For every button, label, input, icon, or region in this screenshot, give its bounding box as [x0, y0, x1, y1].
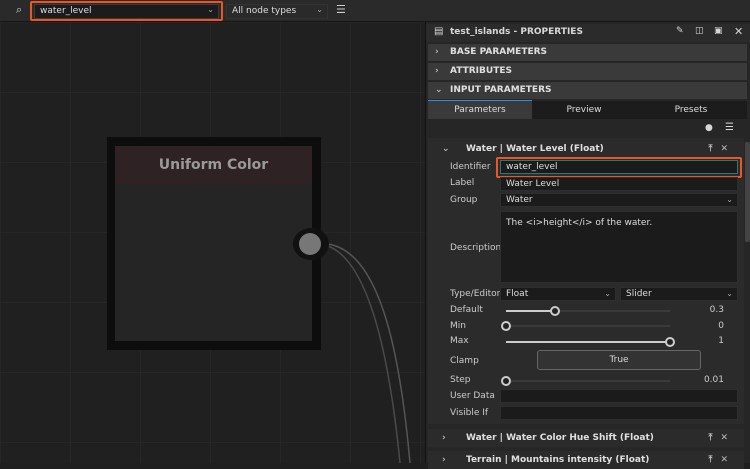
- add-icon[interactable]: ●: [705, 123, 713, 133]
- node-type-select[interactable]: All node types ⌄: [226, 4, 328, 19]
- default-slider[interactable]: [506, 306, 670, 316]
- chevron-down-icon: ⌄: [316, 5, 323, 14]
- chevron-down-icon: ⌄: [604, 289, 611, 298]
- param-header-hue-shift[interactable]: › Water | Water Color Hue Shift (Float) ⤒✕: [428, 429, 744, 447]
- section-label: INPUT PARAMETERS: [450, 85, 552, 95]
- max-label: Max: [450, 336, 469, 346]
- chevron-down-icon: ⌄: [726, 195, 733, 204]
- maximize-icon[interactable]: ▣: [714, 26, 723, 36]
- step-slider[interactable]: [501, 376, 670, 386]
- close-icon[interactable]: ✕: [734, 25, 743, 38]
- min-label: Min: [450, 321, 466, 331]
- search-icon: ⌕: [16, 3, 23, 16]
- visible-if-label: Visible If: [450, 408, 489, 418]
- properties-panel: ▤ test_islands - PROPERTIES ✎ ◫ ▣ ✕ › BAS…: [425, 22, 750, 469]
- node-type-value: All node types: [232, 6, 297, 16]
- search-combo[interactable]: water_level ⌄: [34, 4, 219, 19]
- identifier-label: Identifier: [450, 162, 491, 172]
- type-editor-label: Type/Editor: [450, 289, 501, 299]
- port-dot: [299, 233, 321, 255]
- tab-preview[interactable]: Preview: [532, 101, 636, 119]
- tab-parameters[interactable]: Parameters: [428, 101, 532, 119]
- min-slider[interactable]: [501, 321, 670, 331]
- user-data-label: User Data: [450, 391, 495, 401]
- step-value: 0.01: [703, 375, 724, 385]
- document-icon: ▤: [434, 26, 444, 37]
- export-close-icons[interactable]: ⤒✕: [708, 429, 736, 447]
- slider-knob[interactable]: [501, 376, 511, 386]
- min-value: 0: [718, 321, 724, 331]
- type-value: Float: [506, 289, 529, 299]
- section-label: BASE PARAMETERS: [450, 47, 548, 57]
- section-attributes[interactable]: › ATTRIBUTES: [428, 63, 747, 80]
- scrollbar[interactable]: [745, 142, 750, 242]
- slider-knob[interactable]: [501, 321, 511, 331]
- panel-titlebar: ▤ test_islands - PROPERTIES ✎ ◫ ▣ ✕: [426, 24, 750, 42]
- slider-fill: [506, 341, 670, 343]
- chevron-down-icon: ⌄: [726, 289, 733, 298]
- default-value: 0.3: [709, 305, 724, 315]
- dock-icon[interactable]: ◫: [695, 26, 704, 36]
- clamp-label: Clamp: [450, 356, 479, 366]
- type-select[interactable]: Float ⌄: [500, 287, 616, 301]
- section-label: ATTRIBUTES: [450, 66, 512, 76]
- label-input[interactable]: Water Level: [500, 177, 738, 191]
- param-title: Terrain | Mountains intensity (Float): [466, 455, 650, 465]
- pin-icon[interactable]: ✎: [676, 26, 684, 36]
- slider-knob[interactable]: [665, 337, 675, 347]
- default-label: Default: [450, 305, 483, 315]
- clamp-toggle-button[interactable]: True: [537, 350, 701, 370]
- identifier-input[interactable]: water_level: [500, 160, 738, 174]
- list-menu-icon[interactable]: ☰: [725, 122, 734, 133]
- label-label: Label: [450, 178, 475, 188]
- output-port[interactable]: [293, 228, 329, 260]
- chevron-right-icon: ›: [442, 455, 446, 465]
- group-select[interactable]: Water ⌄: [500, 193, 738, 207]
- visible-if-input[interactable]: [500, 406, 738, 420]
- description-label: Description: [450, 243, 502, 253]
- max-slider[interactable]: [506, 337, 675, 347]
- max-value: 1: [718, 336, 724, 346]
- toolbar: ⌕ water_level ⌄ All node types ⌄ ☰: [0, 0, 750, 22]
- filter-menu-icon[interactable]: ☰: [336, 3, 346, 16]
- editor-select[interactable]: Slider ⌄: [620, 287, 738, 301]
- search-value: water_level: [40, 6, 92, 16]
- section-input-parameters[interactable]: ⌄ INPUT PARAMETERS: [428, 82, 747, 99]
- chevron-down-icon: ⌄: [442, 144, 450, 154]
- param-header[interactable]: ⌄ Water | Water Level (Float) ⤒✕: [428, 140, 744, 158]
- slider-fill: [506, 310, 556, 312]
- export-close-icons[interactable]: ⤒✕: [708, 140, 736, 158]
- group-value: Water: [506, 195, 533, 205]
- tab-presets[interactable]: Presets: [636, 101, 746, 119]
- editor-value: Slider: [626, 289, 652, 299]
- node-body: [115, 184, 312, 341]
- chevron-down-icon: ⌄: [207, 5, 214, 14]
- group-label: Group: [450, 195, 478, 205]
- node-title: Uniform Color: [115, 146, 312, 184]
- param-title: Water | Water Level (Float): [466, 144, 604, 154]
- panel-title: test_islands - PROPERTIES: [450, 27, 583, 37]
- chevron-down-icon: ⌄: [435, 85, 443, 95]
- node-uniform-color[interactable]: Uniform Color: [107, 137, 321, 350]
- chevron-right-icon: ›: [442, 433, 446, 443]
- step-label: Step: [450, 375, 471, 385]
- chevron-right-icon: ›: [435, 47, 439, 57]
- section-base-parameters[interactable]: › BASE PARAMETERS: [428, 44, 747, 61]
- export-close-icons[interactable]: ⤒✕: [708, 451, 736, 469]
- user-data-input[interactable]: [500, 389, 738, 403]
- chevron-right-icon: ›: [435, 66, 439, 76]
- description-textarea[interactable]: The <i>height</i> of the water.: [500, 211, 738, 283]
- param-title: Water | Water Color Hue Shift (Float): [466, 433, 654, 443]
- param-header-mountains[interactable]: › Terrain | Mountains intensity (Float) ⤒✕: [428, 451, 744, 469]
